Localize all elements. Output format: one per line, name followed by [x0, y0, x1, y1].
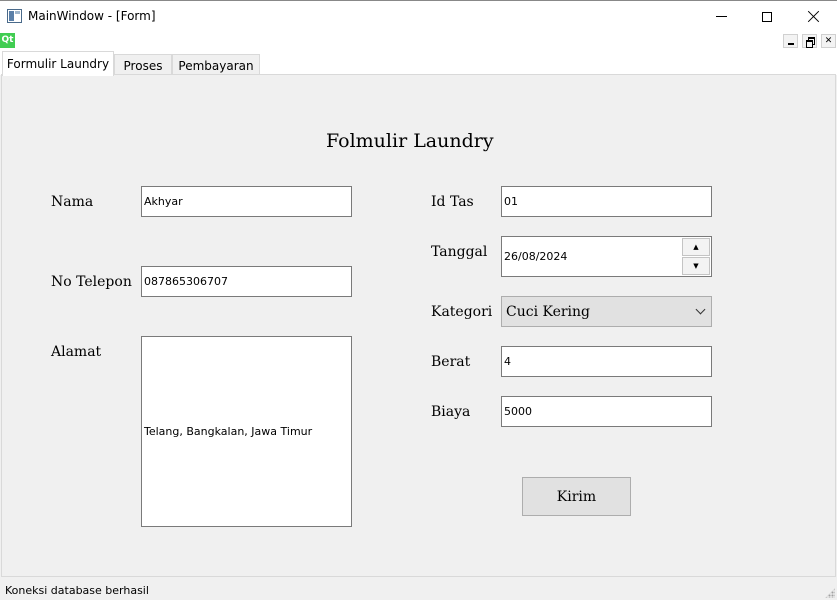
tanggal-date-edit[interactable]: 26/08/2024 ▲ ▼	[501, 236, 712, 277]
minimize-icon	[787, 42, 794, 45]
berat-field[interactable]	[501, 346, 712, 377]
alamat-textarea[interactable]: Telang, Bangkalan, Jawa Timur	[141, 336, 352, 527]
id-tas-input[interactable]	[504, 195, 711, 208]
window-title: MainWindow - [Form]	[28, 9, 156, 23]
tab-proses[interactable]: Proses	[114, 54, 172, 76]
maximize-icon	[762, 11, 772, 22]
alamat-text: Telang, Bangkalan, Jawa Timur	[144, 425, 313, 438]
status-bar: Koneksi database berhasil	[0, 580, 837, 600]
biaya-label: Biaya	[431, 404, 471, 420]
date-decrement-button[interactable]: ▼	[682, 257, 710, 275]
minimize-icon	[715, 16, 727, 17]
nama-label: Nama	[51, 194, 94, 210]
tanggal-label: Tanggal	[431, 244, 488, 260]
form-title: Folmulir Laundry	[326, 130, 494, 152]
close-icon	[807, 10, 820, 23]
biaya-input[interactable]	[504, 405, 711, 418]
alamat-label: Alamat	[51, 344, 102, 360]
no-telepon-label: No Telepon	[51, 274, 132, 290]
tab-pembayaran[interactable]: Pembayaran	[172, 54, 260, 76]
subwindow-minimize-button[interactable]	[783, 34, 798, 48]
chevron-down-icon	[695, 304, 706, 315]
maximize-button[interactable]	[744, 1, 790, 32]
window-icon	[7, 9, 22, 23]
berat-input[interactable]	[504, 355, 711, 368]
tanggal-value: 26/08/2024	[504, 250, 568, 263]
subwindow-restore-button[interactable]	[802, 34, 817, 48]
subwindow-close-button[interactable]: ✕	[821, 34, 836, 48]
qt-logo-icon: Qt	[0, 33, 15, 48]
tab-bar: Formulir Laundry Proses Pembayaran	[0, 51, 837, 76]
kirim-button[interactable]: Kirim	[522, 477, 631, 516]
no-telepon-field[interactable]	[141, 266, 352, 297]
biaya-field[interactable]	[501, 396, 712, 427]
size-grip-icon[interactable]	[825, 588, 835, 598]
id-tas-field[interactable]	[501, 186, 712, 217]
mdi-bar: Qt ✕	[0, 31, 837, 51]
date-increment-button[interactable]: ▲	[682, 238, 710, 256]
title-bar: MainWindow - [Form]	[0, 0, 837, 31]
triangle-down-icon: ▼	[693, 262, 699, 270]
no-telepon-input[interactable]	[144, 275, 351, 288]
close-icon: ✕	[824, 35, 833, 46]
close-button[interactable]	[790, 1, 836, 32]
nama-field[interactable]	[141, 186, 352, 217]
nama-input[interactable]	[144, 195, 351, 208]
restore-icon	[805, 37, 815, 48]
id-tas-label: Id Tas	[431, 194, 474, 210]
status-message: Koneksi database berhasil	[5, 583, 149, 597]
triangle-up-icon: ▲	[693, 243, 699, 251]
kategori-selected: Cuci Kering	[506, 303, 591, 320]
berat-label: Berat	[431, 354, 471, 370]
minimize-button[interactable]	[698, 1, 744, 32]
tab-formulir-laundry[interactable]: Formulir Laundry	[2, 51, 114, 76]
kategori-label: Kategori	[431, 304, 493, 320]
kategori-dropdown[interactable]: Cuci Kering	[501, 296, 712, 327]
